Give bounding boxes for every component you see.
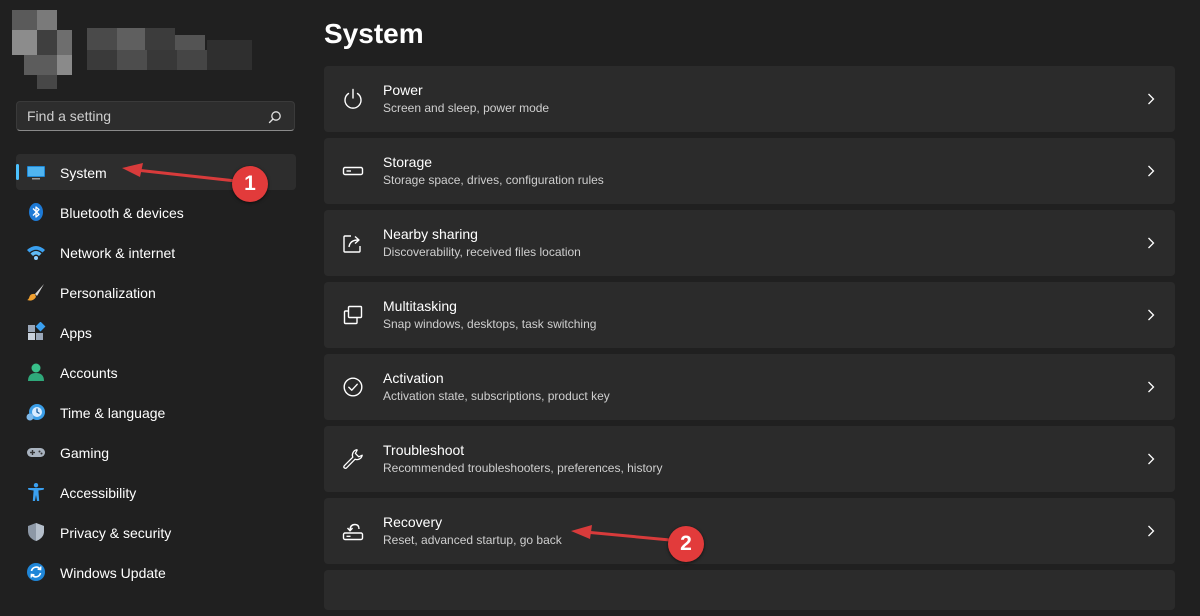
brush-icon	[27, 284, 44, 301]
card-subtitle: Activation state, subscriptions, product…	[383, 389, 610, 403]
card-subtitle: Storage space, drives, configuration rul…	[383, 173, 604, 187]
settings-card-next-partial[interactable]	[324, 570, 1175, 610]
sidebar-item-personalization[interactable]: Personalization	[16, 274, 296, 310]
card-title: Troubleshoot	[383, 442, 465, 458]
sidebar-item-label: Privacy & security	[60, 525, 172, 541]
sidebar-item-label: Gaming	[60, 445, 110, 461]
search-input[interactable]	[27, 102, 257, 130]
chevron-right-icon	[1148, 453, 1155, 465]
chevron-right-icon	[1148, 165, 1155, 177]
annotation-badge-1: 1	[232, 166, 268, 202]
search-icon[interactable]	[268, 110, 282, 124]
card-title: Multitasking	[383, 298, 457, 314]
sidebar-item-accessibility[interactable]: Accessibility	[16, 474, 296, 510]
sidebar-item-label: Accessibility	[60, 485, 137, 501]
settings-card-multitasking[interactable]: Multitasking Snap windows, desktops, tas…	[324, 282, 1175, 348]
share-icon	[343, 235, 361, 253]
card-subtitle: Reset, advanced startup, go back	[383, 533, 562, 547]
sidebar-item-label: Accounts	[60, 365, 118, 381]
card-subtitle: Screen and sleep, power mode	[383, 101, 550, 115]
sidebar-item-label: System	[60, 165, 107, 181]
sidebar-item-privacy-security[interactable]: Privacy & security	[16, 514, 296, 550]
apps-icon	[28, 322, 46, 340]
update-icon	[27, 563, 45, 581]
shield-icon	[28, 523, 44, 541]
sidebar-item-label: Time & language	[60, 405, 166, 421]
chevron-right-icon	[1148, 381, 1155, 393]
settings-card-activation[interactable]: Activation Activation state, subscriptio…	[324, 354, 1175, 420]
gamepad-icon	[27, 448, 45, 457]
power-icon	[344, 88, 362, 109]
settings-list: Power Screen and sleep, power mode Stora…	[324, 66, 1175, 616]
person-icon	[28, 363, 44, 381]
search-box[interactable]	[16, 101, 295, 131]
chevron-right-icon	[1148, 93, 1155, 105]
sidebar-item-time-language[interactable]: Time & language	[16, 394, 296, 430]
sidebar-item-label: Personalization	[60, 285, 156, 301]
annotation-badge-2: 2	[668, 526, 704, 562]
sidebar-item-label: Windows Update	[60, 565, 166, 581]
card-subtitle: Recommended troubleshooters, preferences…	[383, 461, 663, 475]
sidebar-item-accounts[interactable]: Accounts	[16, 354, 296, 390]
chevron-right-icon	[1148, 309, 1155, 321]
sidebar-nav: System Bluetooth & devices Network & int…	[16, 154, 296, 594]
multitasking-icon	[343, 305, 363, 325]
monitor-icon	[27, 166, 45, 180]
sidebar-item-label: Bluetooth & devices	[60, 205, 184, 221]
chevron-right-icon	[1148, 237, 1155, 249]
bluetooth-icon	[29, 203, 43, 221]
accessibility-icon	[28, 483, 44, 501]
settings-card-power[interactable]: Power Screen and sleep, power mode	[324, 66, 1175, 132]
chevron-right-icon	[1148, 525, 1155, 537]
card-title: Nearby sharing	[383, 226, 478, 242]
sidebar-item-network[interactable]: Network & internet	[16, 234, 296, 270]
card-subtitle: Discoverability, received files location	[383, 245, 581, 259]
active-indicator	[16, 164, 19, 180]
settings-card-troubleshoot[interactable]: Troubleshoot Recommended troubleshooters…	[324, 426, 1175, 492]
wrench-icon	[343, 449, 363, 469]
sidebar-item-gaming[interactable]: Gaming	[16, 434, 296, 470]
user-profile-blurred	[12, 10, 267, 90]
settings-card-storage[interactable]: Storage Storage space, drives, configura…	[324, 138, 1175, 204]
card-title: Recovery	[383, 514, 443, 530]
sidebar-item-apps[interactable]: Apps	[16, 314, 296, 350]
card-title: Power	[383, 82, 423, 98]
recovery-icon	[342, 523, 364, 541]
checkmark-circle-icon	[343, 377, 363, 397]
settings-card-nearby-sharing[interactable]: Nearby sharing Discoverability, received…	[324, 210, 1175, 276]
settings-card-recovery[interactable]: Recovery Reset, advanced startup, go bac…	[324, 498, 1175, 564]
sidebar-item-label: Apps	[60, 325, 92, 341]
card-title: Storage	[383, 154, 433, 170]
sidebar-item-label: Network & internet	[60, 245, 176, 261]
page-title: System	[324, 18, 424, 49]
wifi-icon	[27, 246, 45, 260]
sidebar-item-windows-update[interactable]: Windows Update	[16, 554, 296, 590]
card-subtitle: Snap windows, desktops, task switching	[383, 317, 597, 331]
clock-globe-icon	[26, 404, 45, 421]
card-title: Activation	[383, 370, 444, 386]
storage-icon	[342, 166, 364, 176]
